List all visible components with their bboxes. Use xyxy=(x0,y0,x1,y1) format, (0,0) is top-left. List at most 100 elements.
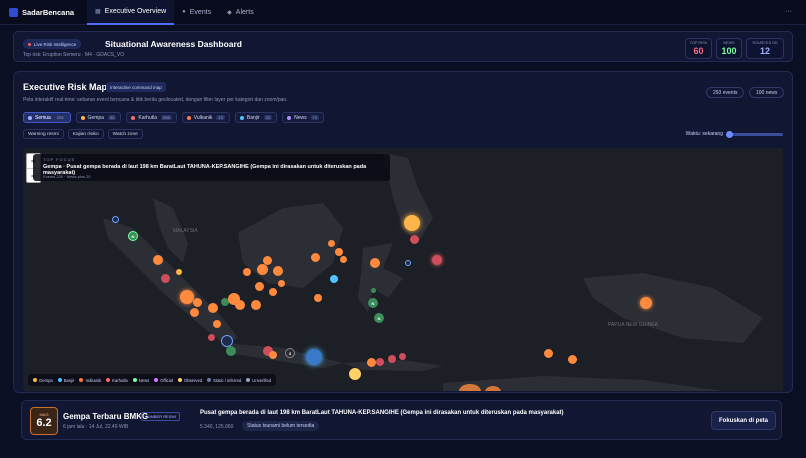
stat-top-risk: TOP RISK 60 xyxy=(685,38,712,59)
time-slider[interactable] xyxy=(726,130,783,138)
top-risk-subtitle: Top risk: Eruption Semeru · M4 · GDACS_V… xyxy=(23,52,125,58)
map-marker-news[interactable] xyxy=(226,346,236,356)
top-focus-panel: TOP FOCUS Gempa · Pusat gempa berada di … xyxy=(33,154,390,181)
map-marker-karhutla[interactable] xyxy=(410,235,419,244)
tab-alerts[interactable]: ◆ Alerts xyxy=(219,0,262,25)
map-marker-cluster[interactable] xyxy=(459,384,481,391)
region-label-malaysia: MALAYSIA xyxy=(173,228,198,234)
tab-executive-overview[interactable]: ▦ Executive Overview xyxy=(87,0,175,25)
filter-news[interactable]: News 71 xyxy=(282,112,325,123)
legend-label: Official xyxy=(160,377,173,383)
legend-dot-icon xyxy=(154,378,159,382)
legend-item-news: News xyxy=(132,378,149,383)
legend-dot-icon xyxy=(177,378,182,382)
map-marker-news[interactable]: N xyxy=(374,313,384,323)
map-marker-karhutla[interactable] xyxy=(399,353,406,360)
source-badge: SUMBER RESMI xyxy=(141,412,180,421)
map-marker-gempa[interactable] xyxy=(153,255,163,265)
focus-on-map-button[interactable]: Fokuskan di peta xyxy=(711,411,776,430)
map-marker-gempa[interactable] xyxy=(640,297,652,309)
map-marker-karhutla[interactable] xyxy=(388,355,396,363)
legend-label: Gempa xyxy=(39,377,53,383)
map-marker-gempa[interactable] xyxy=(208,303,218,313)
legend-item-static: Static / inferred xyxy=(207,378,241,383)
map-marker-gempa[interactable] xyxy=(213,320,221,328)
magnitude-badge: MAG 6.2 xyxy=(30,407,58,435)
map-marker-karhutla[interactable] xyxy=(432,255,442,265)
map-marker-gempa[interactable] xyxy=(180,290,194,304)
map-marker-gempa[interactable] xyxy=(367,358,376,367)
map-marker-news[interactable]: N xyxy=(368,298,378,308)
legend-label: Observed xyxy=(183,377,203,383)
legend-item-unverified: Unverified xyxy=(246,378,271,383)
map-marker-gempa[interactable] xyxy=(370,258,380,268)
map-marker-observed[interactable] xyxy=(349,368,361,380)
stat-value: 12 xyxy=(759,46,770,56)
tsunami-status: Status tsunami belum tersedia xyxy=(242,421,320,431)
more-menu-icon[interactable]: ··· xyxy=(785,8,792,15)
map-marker-gempa[interactable] xyxy=(314,294,322,302)
map-marker-gempa[interactable] xyxy=(340,256,347,263)
map-marker-gempa[interactable] xyxy=(190,308,199,317)
map-marker-gempa[interactable] xyxy=(311,253,320,262)
map-marker-gempa[interactable] xyxy=(335,248,343,256)
map-marker-gempa[interactable] xyxy=(568,355,577,364)
toggle-watch-zone[interactable]: Watch zone xyxy=(107,129,143,139)
filter-vulkanik[interactable]: Vulkanik 13 xyxy=(181,112,230,123)
map-legend: Gempa Banjir Vulkanik Karhutla News Offi… xyxy=(28,374,277,386)
toggle-kajian-risiko[interactable]: Kajian risiko xyxy=(67,129,104,139)
layer-toggles: Warning resmi Kajian risiko Watch zone xyxy=(23,129,143,139)
legend-dot-icon xyxy=(33,378,37,382)
map-marker-gempa[interactable] xyxy=(278,280,285,287)
map-marker-banjir[interactable] xyxy=(306,349,322,365)
map-marker-gempa[interactable] xyxy=(255,282,264,291)
map-marker-gempa[interactable] xyxy=(273,266,283,276)
legend-dot-icon xyxy=(132,378,137,382)
map-marker-static[interactable] xyxy=(405,260,411,266)
legend-label: Vulkanik xyxy=(85,377,102,383)
filter-karhutla[interactable]: Karhutla 205 xyxy=(126,112,177,123)
legend-item-observed: Observed xyxy=(177,377,203,383)
filter-banjir[interactable]: Banjir 22 xyxy=(234,112,278,123)
filter-label: Banjir xyxy=(246,114,260,121)
map-marker-gempa[interactable] xyxy=(257,264,268,275)
toggle-warning-resmi[interactable]: Warning resmi xyxy=(23,129,64,139)
stat-value: 60 xyxy=(693,46,704,56)
section-title: Executive Risk Map xyxy=(23,82,108,92)
map-marker-gempa[interactable] xyxy=(263,256,272,265)
map-marker-news[interactable] xyxy=(371,288,376,293)
legend-dot-icon xyxy=(246,378,251,382)
time-slider-knob[interactable] xyxy=(726,130,733,138)
filter-semua[interactable]: Semua 293 xyxy=(23,112,71,123)
map-marker-gempa[interactable] xyxy=(243,268,251,276)
map-marker-gempa-top[interactable] xyxy=(404,215,420,231)
map-marker-karhutla[interactable] xyxy=(376,358,384,366)
map-marker-karhutla[interactable] xyxy=(161,274,170,283)
map-marker-gempa[interactable] xyxy=(269,351,277,359)
legend-item-gempa: Gempa xyxy=(33,378,53,383)
dot-icon: ● xyxy=(182,9,186,15)
map-marker-gempa[interactable] xyxy=(328,240,335,247)
filter-gempa[interactable]: Gempa 52 xyxy=(75,112,122,123)
news-count-badge: 100 news xyxy=(749,87,785,98)
brand[interactable]: SadarBencana xyxy=(9,7,87,17)
map-marker-banjir[interactable] xyxy=(330,275,338,283)
map-marker-gempa[interactable] xyxy=(251,300,261,310)
risk-map[interactable]: MALAYSIA PAPUA NEW GUINEA + − TOP FOCUS … xyxy=(23,148,783,391)
time-control: Waktu: sekarang xyxy=(686,130,783,138)
map-marker-gempa[interactable] xyxy=(235,300,245,310)
map-marker-gempa[interactable] xyxy=(269,288,277,296)
legend-item-vulkanik: Vulkanik xyxy=(79,378,101,383)
map-marker-gempa[interactable] xyxy=(544,349,553,358)
map-marker-gempa[interactable] xyxy=(176,269,182,275)
tab-label: Executive Overview xyxy=(104,7,167,15)
map-marker-cluster[interactable] xyxy=(485,386,501,391)
map-marker-gempa[interactable] xyxy=(193,298,202,307)
map-marker-static[interactable]: 3 xyxy=(285,348,295,358)
map-marker-static[interactable] xyxy=(112,216,119,223)
tab-events[interactable]: ● Events xyxy=(174,0,219,25)
legend-item-official: Official xyxy=(154,378,173,383)
diamond-icon: ◆ xyxy=(227,9,232,16)
map-marker-news[interactable]: N xyxy=(128,231,138,241)
map-marker-karhutla[interactable] xyxy=(208,334,215,341)
